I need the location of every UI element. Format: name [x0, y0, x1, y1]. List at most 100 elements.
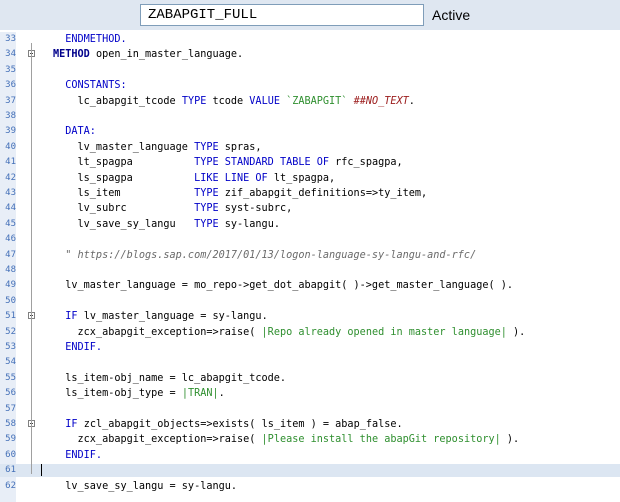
code-token: lv_save_sy_langu — [53, 218, 195, 230]
code-line[interactable]: 47 " https://blogs.sap.com/2017/01/13/lo… — [0, 249, 620, 262]
code-token: ENDIF. — [53, 342, 103, 353]
code-token: TYPE — [194, 141, 219, 153]
fold-guide-line — [31, 320, 32, 351]
line-number: 39 — [5, 126, 16, 137]
line-number: 49 — [5, 280, 16, 291]
line-number: 35 — [5, 64, 16, 75]
line-number: 50 — [5, 295, 16, 306]
code-text: ENDIF. — [53, 341, 102, 354]
code-token: lv_master_language = mo_repo->get_dot_ab… — [53, 280, 514, 292]
code-line[interactable]: 53 ENDIF. — [0, 341, 620, 354]
code-text: lc_abapgit_tcode TYPE tcode VALUE `ZABAP… — [53, 95, 415, 108]
code-text: METHOD open_in_master_language. — [53, 48, 243, 61]
code-line[interactable]: 44 lv_subrc TYPE syst-subrc, — [0, 202, 620, 215]
code-line[interactable]: 56 ls_item-obj_type = |TRAN|. — [0, 387, 620, 400]
code-line[interactable]: 59 zcx_abapgit_exception=>raise( |Please… — [0, 433, 620, 446]
fold-guide-line — [31, 58, 32, 475]
code-text: lv_save_sy_langu = sy-langu. — [53, 480, 237, 493]
code-token: syst-subrc, — [218, 203, 293, 215]
code-token: ENDMETHOD. — [53, 34, 127, 45]
code-line[interactable]: 60 ENDIF. — [0, 449, 620, 462]
code-line[interactable]: 55 ls_item-obj_name = lc_abapgit_tcode. — [0, 372, 620, 385]
code-line[interactable]: 36 CONSTANTS: — [0, 79, 620, 92]
line-number: 51 — [5, 311, 16, 322]
code-token: rfc_spagpa, — [329, 157, 403, 169]
code-line[interactable]: 54 — [0, 356, 620, 369]
code-line[interactable]: 51 IF lv_master_language = sy-langu. — [0, 310, 620, 323]
code-token: IF — [65, 419, 78, 430]
code-token: zif_abapgit_definitions=>ty_item, — [218, 188, 428, 199]
code-line[interactable]: 50 — [0, 295, 620, 308]
code-line[interactable]: 41 lt_spagpa TYPE STANDARD TABLE OF rfc_… — [0, 156, 620, 169]
line-number: 38 — [5, 111, 16, 121]
code-line[interactable]: 35 — [0, 64, 620, 77]
code-token: ). — [500, 434, 520, 446]
code-editor[interactable]: 33 ENDMETHOD. 34 METHOD open_in_master_lan… — [0, 32, 620, 502]
code-line[interactable]: 37 lc_abapgit_tcode TYPE tcode VALUE `ZA… — [0, 95, 620, 108]
code-token: lv_save_sy_langu = sy-langu. — [53, 480, 238, 492]
code-text: ls_item-obj_type = |TRAN|. — [53, 387, 225, 400]
code-token: ls_item — [53, 188, 195, 199]
code-token: CONSTANTS: — [53, 80, 127, 92]
code-token: ls_item-obj_name = lc_abapgit_tcode. — [53, 372, 287, 384]
code-text: lt_spagpa TYPE STANDARD TABLE OF rfc_spa… — [53, 156, 403, 169]
code-text: lv_subrc TYPE syst-subrc, — [53, 202, 293, 215]
code-token: lv_subrc — [53, 203, 195, 215]
code-token: |TRAN| — [181, 388, 219, 400]
line-number: 43 — [5, 188, 16, 198]
code-text: ENDMETHOD. — [53, 33, 127, 46]
code-token: zcx_abapgit_exception=>raise( — [53, 434, 262, 446]
code-line[interactable]: 34 METHOD open_in_master_language. — [0, 48, 620, 61]
code-token: METHOD — [53, 49, 90, 61]
line-number: 42 — [5, 172, 16, 183]
code-text: " https://blogs.sap.com/2017/01/13/logon… — [53, 249, 476, 262]
code-line[interactable]: 43 ls_item TYPE zif_abapgit_definitions=… — [0, 187, 620, 200]
line-number: 59 — [5, 434, 16, 445]
program-name-field[interactable]: ZABAPGIT_FULL — [140, 4, 424, 26]
code-line[interactable]: 52 zcx_abapgit_exception=>raise( |Repo a… — [0, 326, 620, 339]
code-token: lt_spagpa — [53, 157, 195, 169]
code-line[interactable]: 39 DATA: — [0, 125, 620, 138]
code-line[interactable]: 40 lv_master_language TYPE spras, — [0, 141, 620, 154]
code-line[interactable]: 45 lv_save_sy_langu TYPE sy-langu. — [0, 218, 620, 231]
code-text: IF lv_master_language = sy-langu. — [53, 310, 267, 323]
code-token: lt_spagpa, — [267, 172, 336, 184]
code-line[interactable]: 33 ENDMETHOD. — [0, 33, 620, 46]
code-line[interactable]: 42 ls_spagpa LIKE LINE OF lt_spagpa, — [0, 172, 620, 185]
code-text: ls_spagpa LIKE LINE OF lt_spagpa, — [53, 172, 336, 185]
text-cursor — [41, 464, 42, 477]
code-line[interactable]: 62 lv_save_sy_langu = sy-langu. — [0, 480, 620, 493]
line-number: 41 — [5, 157, 16, 168]
editor-header: ZABAPGIT_FULL Active — [0, 0, 620, 30]
fold-guide-line — [31, 428, 32, 459]
code-line[interactable]: 57 — [0, 403, 620, 416]
line-number: 58 — [5, 419, 16, 429]
line-number: 34 — [5, 49, 16, 60]
code-token: ls_item-obj_type = — [53, 388, 182, 400]
code-token: " https://blogs.sap.com/2017/01/13/logon… — [53, 249, 477, 261]
line-number: 52 — [5, 326, 16, 337]
code-text: ls_item TYPE zif_abapgit_definitions=>ty… — [53, 187, 428, 200]
code-line[interactable]: 58 IF zcl_abapgit_objects=>exists( ls_it… — [0, 418, 620, 431]
code-line[interactable]: 46 — [0, 233, 620, 246]
line-number: 60 — [5, 449, 16, 460]
code-token: IF — [65, 311, 78, 323]
code-token: |Please install the abapGit repository| — [261, 434, 501, 446]
code-token: VALUE — [249, 95, 280, 107]
code-text: ls_item-obj_name = lc_abapgit_tcode. — [53, 372, 286, 385]
code-text: lv_save_sy_langu TYPE sy-langu. — [53, 218, 280, 231]
code-line-current[interactable]: 61 — [0, 464, 620, 478]
line-number: 47 — [5, 249, 16, 260]
code-text: ENDIF. — [53, 449, 102, 462]
code-text: DATA: — [53, 125, 96, 138]
code-token: lv_master_language — [53, 141, 195, 153]
code-token: TYPE STANDARD TABLE OF — [194, 157, 330, 169]
code-line[interactable]: 49 lv_master_language = mo_repo->get_dot… — [0, 279, 620, 292]
code-token: sy-langu. — [218, 218, 280, 230]
code-token: ls_spagpa — [53, 172, 195, 184]
line-number: 62 — [5, 480, 16, 491]
code-line[interactable]: 48 — [0, 264, 620, 277]
code-line[interactable]: 38 — [0, 110, 620, 123]
line-number: 54 — [5, 357, 16, 368]
